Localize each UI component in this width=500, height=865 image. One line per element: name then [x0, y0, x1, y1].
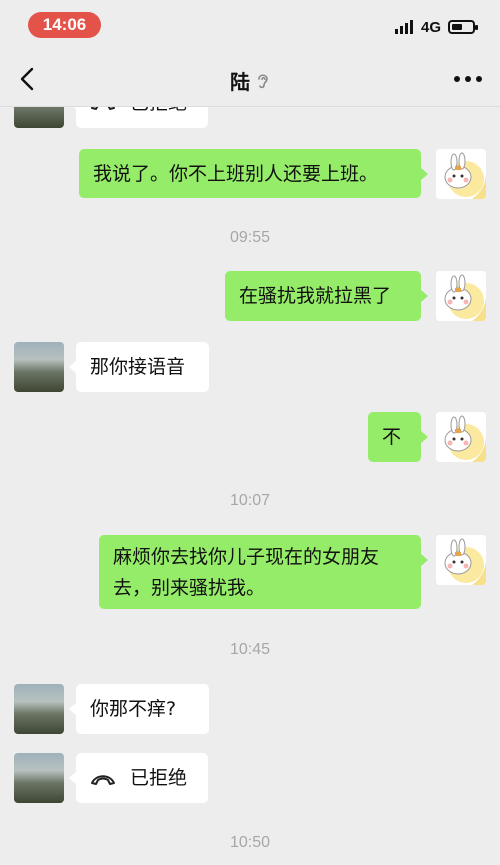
timestamp: 10:45 — [229, 641, 271, 658]
timestamp: 09:55 — [229, 229, 271, 246]
message-bubble[interactable]: 麻烦你去找你儿子现在的女朋友 去，别来骚扰我。 — [99, 535, 428, 609]
message-text: 你那不痒? — [90, 698, 177, 720]
message-text-line: 去，别来骚扰我。 — [113, 577, 266, 599]
contact-avatar[interactable] — [14, 342, 64, 392]
bunny-avatar-icon — [436, 149, 486, 199]
status-time: 14:06 — [28, 12, 101, 38]
battery-icon — [448, 20, 478, 34]
message-bubble[interactable]: 你那不痒? — [69, 684, 209, 734]
my-avatar[interactable] — [436, 271, 486, 321]
my-avatar[interactable] — [436, 149, 486, 199]
message-bubble[interactable]: 我说了。你不上班别人还要上班。 — [79, 149, 428, 198]
chat-area: 已拒绝 我说了。你不上班别人还要上班。 09:55 在骚扰我就拉黑了 — [0, 0, 500, 865]
network-type: 4G — [421, 19, 442, 36]
contact-avatar[interactable] — [14, 684, 64, 734]
ear-icon — [258, 73, 268, 88]
contact-avatar[interactable] — [14, 753, 64, 803]
message-text: 在骚扰我就拉黑了 — [239, 285, 392, 307]
declined-call-bubble[interactable]: 已拒绝 — [69, 753, 208, 803]
message-bubble[interactable]: 那你接语音 — [69, 342, 209, 392]
timestamp: 10:07 — [229, 492, 271, 509]
message-text: 不 — [382, 426, 402, 448]
message-text: 我说了。你不上班别人还要上班。 — [93, 163, 379, 185]
timestamp: 10:50 — [229, 834, 271, 851]
signal-icon — [395, 20, 415, 34]
chat-title: 陆 — [230, 70, 250, 94]
my-avatar[interactable] — [436, 412, 486, 462]
my-avatar[interactable] — [436, 535, 486, 585]
more-icon[interactable] — [454, 76, 482, 82]
call-status-label: 已拒绝 — [130, 767, 188, 789]
bunny-avatar-icon — [436, 535, 486, 585]
message-text: 那你接语音 — [90, 356, 186, 378]
chat-header: 陆 — [0, 52, 500, 107]
phone-declined-icon — [91, 774, 115, 785]
status-bar: 14:06 4G — [0, 0, 500, 52]
bunny-avatar-icon — [436, 271, 486, 321]
message-bubble[interactable]: 在骚扰我就拉黑了 — [225, 271, 428, 321]
bunny-avatar-icon — [436, 412, 486, 462]
message-bubble[interactable]: 不 — [368, 412, 428, 462]
message-text-line: 麻烦你去找你儿子现在的女朋友 — [113, 546, 380, 568]
